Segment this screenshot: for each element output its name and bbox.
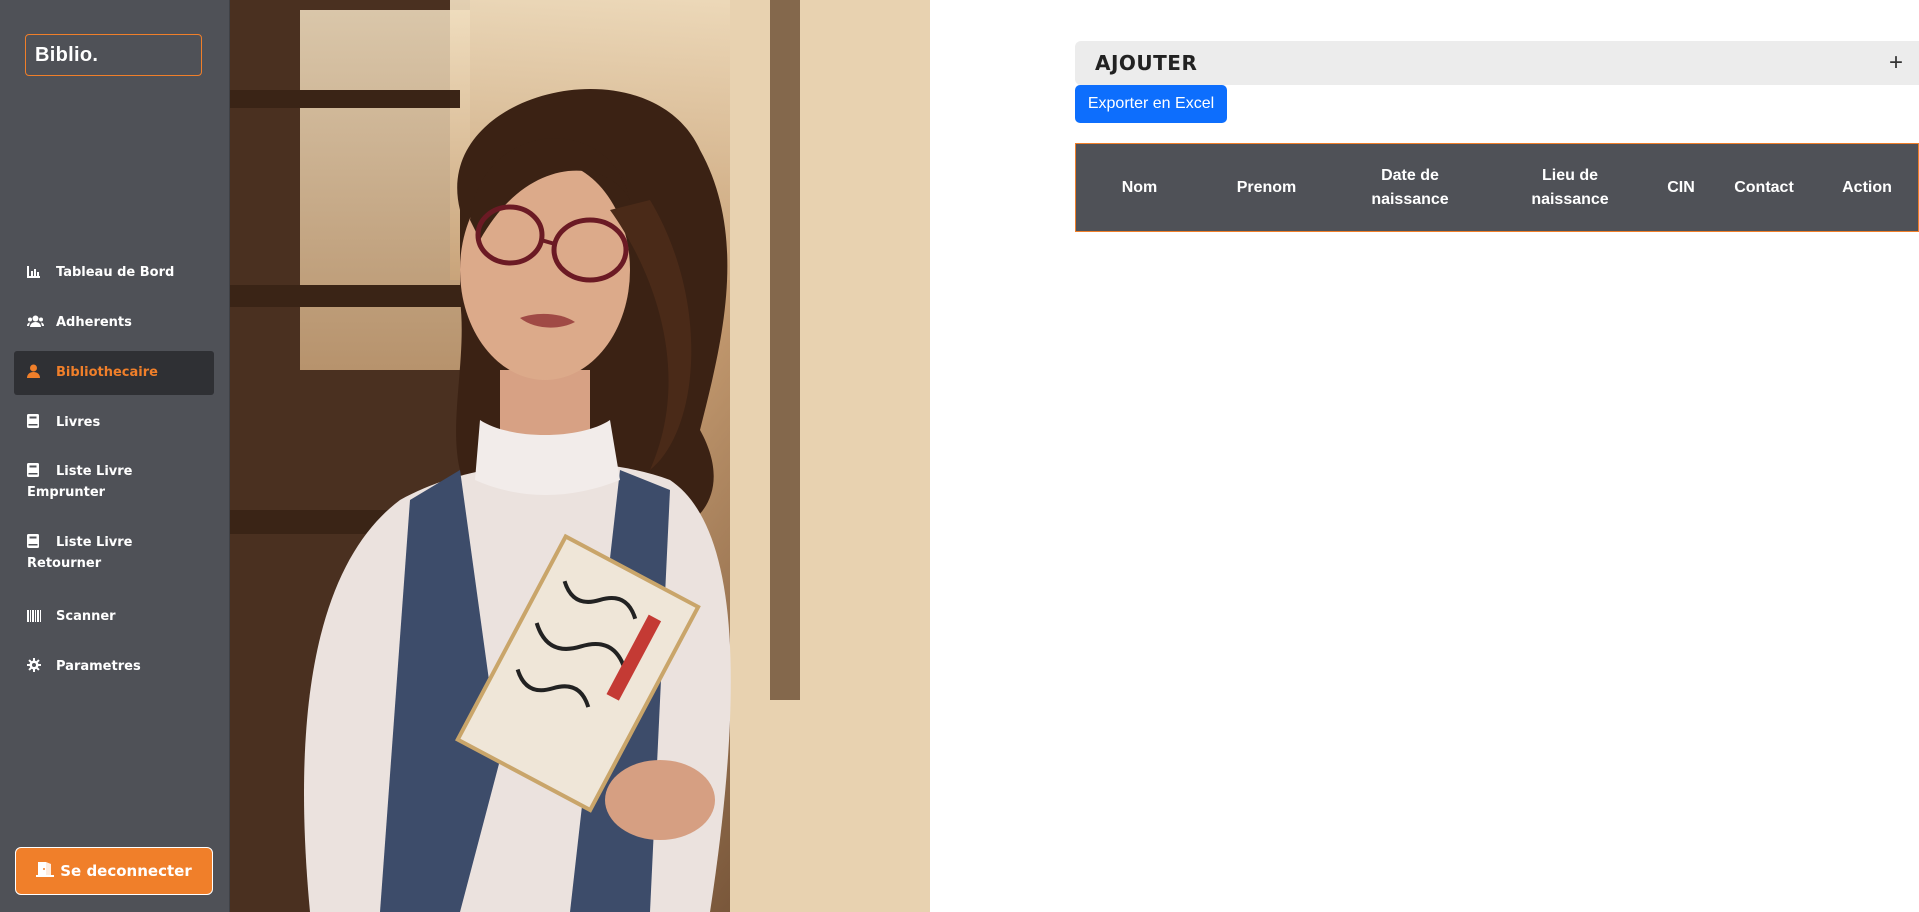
sidebar-item-label: Scanner — [56, 609, 116, 624]
sidebar-item-label: Tableau de Bord — [56, 265, 175, 280]
sidebar-item-label: Bibliothecaire — [56, 365, 158, 380]
hero-photo — [230, 0, 930, 912]
column-header-nom[interactable]: Nom — [1076, 144, 1203, 231]
ajouter-accordion[interactable]: AJOUTER + — [1075, 41, 1919, 85]
logout-label: Se deconnecter — [60, 862, 192, 880]
sidebar-item-label: Parametres — [56, 659, 141, 674]
sidebar-item-scanner[interactable]: Scanner — [14, 606, 214, 627]
column-header-cin[interactable]: CIN — [1650, 144, 1712, 231]
sidebar-item-bibliothecaire[interactable]: Bibliothecaire — [14, 351, 214, 395]
book-icon — [27, 414, 43, 428]
door-exit-icon — [36, 861, 55, 881]
app-logo[interactable]: Biblio. — [25, 34, 202, 76]
users-icon — [27, 315, 44, 329]
column-header-action[interactable]: Action — [1816, 144, 1918, 231]
sidebar-item-adherents[interactable]: Adherents — [14, 312, 214, 333]
column-header-date-naissance[interactable]: Date de naissance — [1330, 144, 1490, 231]
sidebar-item-label: Adherents — [56, 315, 132, 330]
sidebar: Biblio. Tableau de Bord Adherents Biblio… — [0, 0, 230, 912]
ajouter-title: AJOUTER — [1095, 51, 1198, 75]
column-header-lieu-naissance[interactable]: Lieu de naissance — [1490, 144, 1650, 231]
sidebar-item-liste-livre-retourner[interactable]: Liste Livre Retourner — [14, 532, 204, 574]
sidebar-item-livres[interactable]: Livres — [14, 412, 214, 433]
sidebar-item-parametres[interactable]: Parametres — [14, 656, 214, 677]
sidebar-item-liste-livre-emprunter[interactable]: Liste Livre Emprunter — [14, 461, 204, 503]
book-icon — [27, 463, 43, 477]
table-header: Nom Prenom Date de naissance Lieu de nai… — [1075, 143, 1919, 232]
export-excel-button[interactable]: Exporter en Excel — [1075, 85, 1227, 123]
logout-button[interactable]: Se deconnecter — [15, 847, 213, 895]
chart-icon — [27, 265, 43, 279]
sidebar-item-tableau-de-bord[interactable]: Tableau de Bord — [14, 262, 214, 283]
gear-icon — [27, 658, 43, 672]
sidebar-item-label: Livres — [56, 415, 101, 430]
column-header-prenom[interactable]: Prenom — [1203, 144, 1330, 231]
column-header-contact[interactable]: Contact — [1712, 144, 1816, 231]
plus-icon[interactable]: + — [1889, 41, 1903, 85]
barcode-icon — [27, 610, 43, 624]
book-icon — [27, 534, 43, 548]
user-icon — [27, 353, 43, 378]
hero-photo-illustration — [230, 0, 930, 912]
